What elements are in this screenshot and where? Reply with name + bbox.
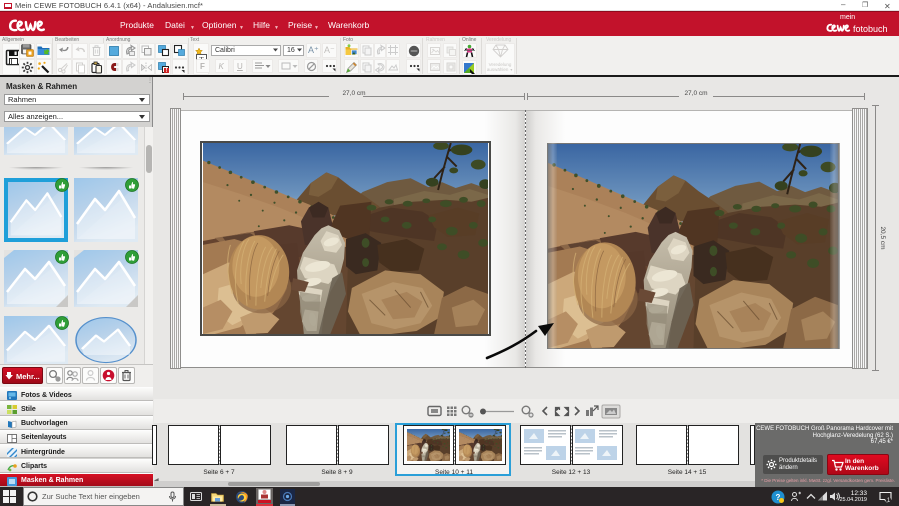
svg-text:27,0 cm: 27,0 cm xyxy=(342,90,365,97)
svg-text:!: ! xyxy=(165,68,167,74)
svg-text:20,5 cm: 20,5 cm xyxy=(879,226,886,249)
svg-text:27,0 cm: 27,0 cm xyxy=(684,90,707,97)
